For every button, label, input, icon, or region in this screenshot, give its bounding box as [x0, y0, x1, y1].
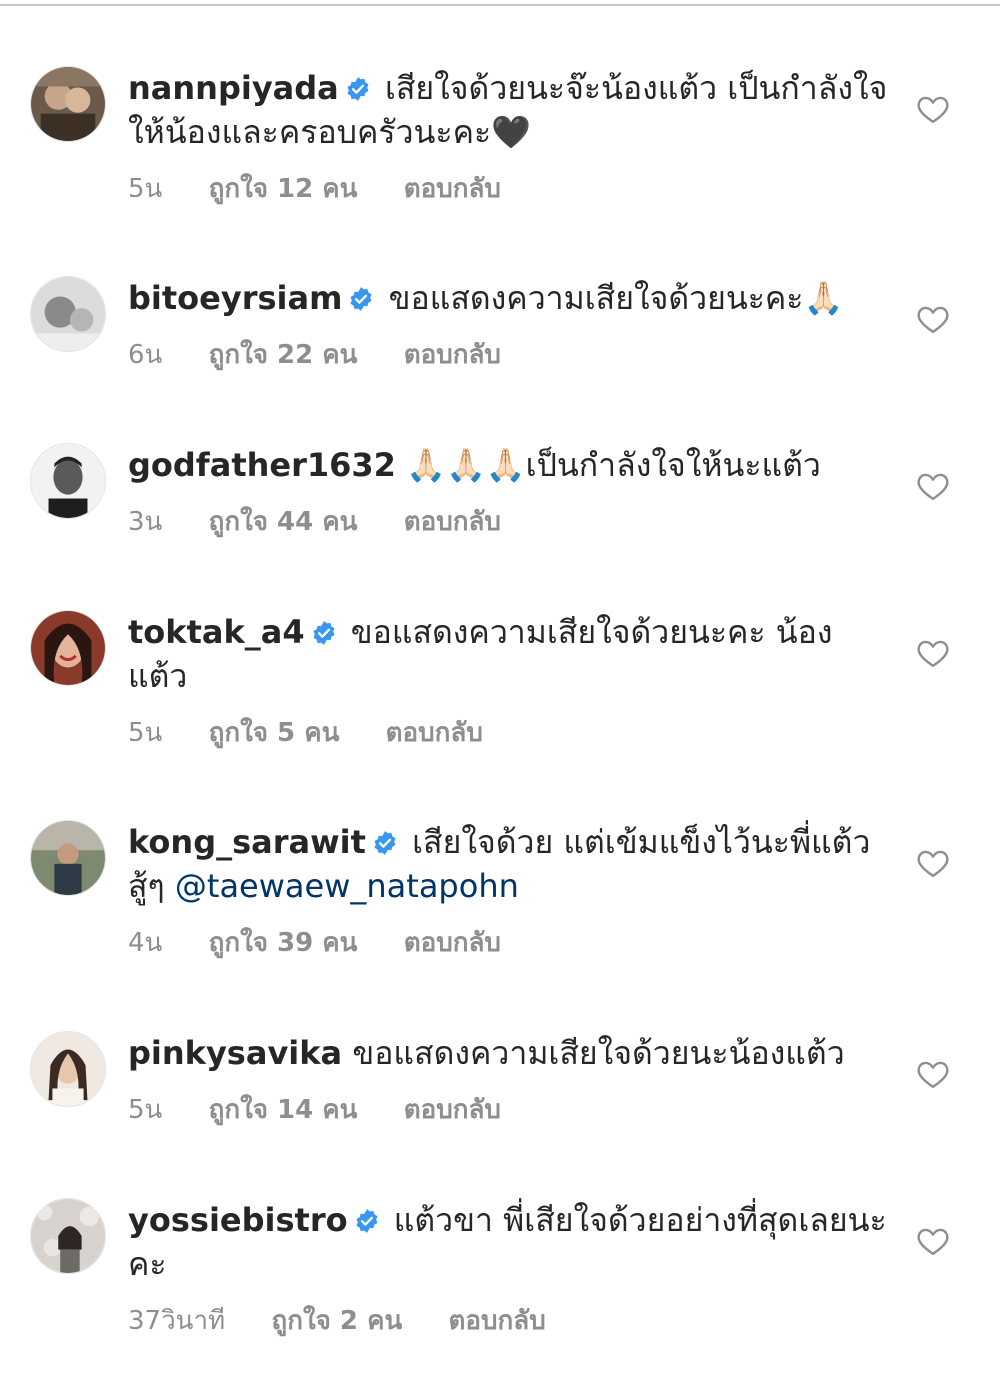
heart-outline-icon[interactable] — [916, 846, 950, 880]
comment-text: pinkysavika ขอแสดงความเสียใจด้วยนะน้องแต… — [128, 1031, 888, 1075]
comment-time: 4น — [128, 928, 163, 958]
comment-meta: 37วินาที ถูกใจ 2 คน ตอบกลับ — [128, 1304, 584, 1338]
comment-text: yossiebistro แต้วขา พี่เสียใจด้วยอย่างที… — [128, 1198, 888, 1286]
top-divider — [0, 4, 1000, 6]
comment-body: ขอแสดงความเสียใจด้วยนะน้องแต้ว — [352, 1034, 845, 1072]
comment-meta: 4น ถูกใจ 39 คน ตอบกลับ — [128, 926, 539, 960]
comment-username[interactable]: bitoeyrsiam — [128, 279, 342, 317]
comment-username[interactable]: pinkysavika — [128, 1034, 342, 1072]
comment-username[interactable]: godfather1632 — [128, 446, 396, 484]
comment-username[interactable]: kong_sarawit — [128, 823, 366, 861]
avatar[interactable] — [30, 443, 106, 519]
reply-button[interactable]: ตอบกลับ — [386, 718, 483, 748]
comment-time: 3น — [128, 507, 163, 537]
comment-meta: 5น ถูกใจ 12 คน ตอบกลับ — [128, 172, 539, 206]
comment-username[interactable]: nannpiyada — [128, 69, 339, 107]
comment-time: 6น — [128, 340, 163, 370]
heart-outline-icon[interactable] — [916, 1057, 950, 1091]
verified-badge-icon — [354, 1208, 380, 1234]
comment-text: nannpiyada เสียใจด้วยนะจ๊ะน้องแต้ว เป็นก… — [128, 66, 888, 154]
likes-count[interactable]: ถูกใจ 14 คน — [209, 1095, 358, 1125]
avatar[interactable] — [30, 276, 106, 352]
reply-button[interactable]: ตอบกลับ — [404, 928, 501, 958]
likes-count[interactable]: ถูกใจ 5 คน — [209, 718, 340, 748]
comment-time: 37วินาที — [128, 1306, 226, 1336]
comment-meta: 5น ถูกใจ 14 คน ตอบกลับ — [128, 1093, 539, 1127]
reply-button[interactable]: ตอบกลับ — [404, 340, 501, 370]
heart-outline-icon[interactable] — [916, 302, 950, 336]
comment-meta: 3น ถูกใจ 44 คน ตอบกลับ — [128, 505, 539, 539]
heart-outline-icon[interactable] — [916, 636, 950, 670]
avatar[interactable] — [30, 66, 106, 142]
comment-time: 5น — [128, 174, 163, 204]
likes-count[interactable]: ถูกใจ 22 คน — [209, 340, 358, 370]
comment-text: godfather1632 🙏🏻🙏🏻🙏🏻เป็นกำลังใจให้นะแต้ว — [128, 443, 888, 487]
comment-text: toktak_a4 ขอแสดงความเสียใจด้วยนะคะ น้องแ… — [128, 610, 888, 698]
heart-outline-icon[interactable] — [916, 1224, 950, 1258]
comment-username[interactable]: yossiebistro — [128, 1201, 348, 1239]
comment-body: ขอแสดงความเสียใจด้วยนะคะ🙏🏻 — [388, 279, 844, 317]
reply-button[interactable]: ตอบกลับ — [449, 1306, 546, 1336]
verified-badge-icon — [372, 830, 398, 856]
heart-outline-icon[interactable] — [916, 92, 950, 126]
likes-count[interactable]: ถูกใจ 44 คน — [209, 507, 358, 537]
avatar[interactable] — [30, 610, 106, 686]
comment-body: 🙏🏻🙏🏻🙏🏻เป็นกำลังใจให้นะแต้ว — [406, 446, 821, 484]
comment-text: kong_sarawit เสียใจด้วย แต่เข้มแข็งไว้นะ… — [128, 820, 888, 908]
avatar[interactable] — [30, 1198, 106, 1274]
likes-count[interactable]: ถูกใจ 12 คน — [209, 174, 358, 204]
heart-outline-icon[interactable] — [916, 469, 950, 503]
verified-badge-icon — [345, 76, 371, 102]
comment-meta: 6น ถูกใจ 22 คน ตอบกลับ — [128, 338, 539, 372]
comment-text: bitoeyrsiam ขอแสดงความเสียใจด้วยนะคะ🙏🏻 — [128, 276, 888, 320]
likes-count[interactable]: ถูกใจ 2 คน — [271, 1306, 402, 1336]
avatar[interactable] — [30, 820, 106, 896]
reply-button[interactable]: ตอบกลับ — [404, 507, 501, 537]
reply-button[interactable]: ตอบกลับ — [404, 1095, 501, 1125]
comment-time: 5น — [128, 1095, 163, 1125]
reply-button[interactable]: ตอบกลับ — [404, 174, 501, 204]
verified-badge-icon — [311, 620, 337, 646]
verified-badge-icon — [348, 286, 374, 312]
likes-count[interactable]: ถูกใจ 39 คน — [209, 928, 358, 958]
comment-meta: 5น ถูกใจ 5 คน ตอบกลับ — [128, 716, 521, 750]
avatar[interactable] — [30, 1031, 106, 1107]
comment-time: 5น — [128, 718, 163, 748]
mention-link[interactable]: @taewaew_natapohn — [175, 867, 519, 905]
comment-username[interactable]: toktak_a4 — [128, 613, 305, 651]
